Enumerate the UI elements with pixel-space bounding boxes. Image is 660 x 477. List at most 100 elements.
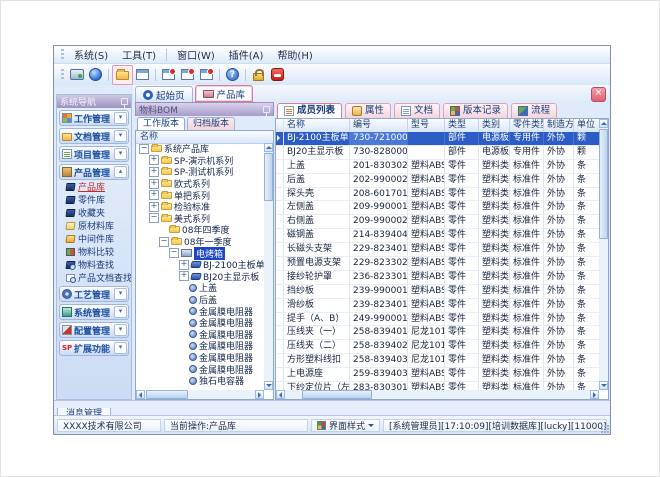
sidebar-item-产品库[interactable]: 产品库 (57, 180, 131, 193)
tree-node-美式系列[interactable]: −美式系列 (136, 213, 264, 225)
sidebar-item-中间件库[interactable]: 中间件库 (57, 232, 131, 245)
tab-文档[interactable]: 文档 (394, 103, 440, 118)
table-row[interactable]: 后盖202-990002-01I塑料ABS零件塑料类标准件外协条 (276, 174, 599, 188)
tree-hscrollbar[interactable] (136, 390, 264, 399)
tree-node-独石电容器[interactable]: 独石电容器 (136, 375, 264, 387)
expand-icon[interactable]: + (179, 271, 189, 281)
sidebar-group-扩展功能[interactable]: SP扩展功能▾ (59, 340, 129, 356)
chevron-down-icon[interactable]: ▾ (114, 324, 127, 336)
tree-node-金属膜电阻器[interactable]: 金属膜电阻器 (136, 317, 264, 329)
table-row[interactable]: 长磁头支架229-823401-00I塑料ABS零件塑料类标准件外协条 (276, 243, 599, 257)
menu-item-3[interactable]: 窗口(W) (170, 46, 222, 63)
table-row[interactable]: 压线夹（一）258-839401-00I尼龙1010零件塑料类标准件外协条 (276, 326, 599, 340)
sidebar-item-收藏夹[interactable]: 收藏夹 (57, 206, 131, 219)
scroll-right-icon[interactable] (258, 392, 264, 398)
table-vscroll-thumb[interactable] (599, 129, 608, 239)
table-hscroll-thumb[interactable] (302, 390, 372, 399)
chevron-down-icon[interactable]: ▾ (114, 288, 127, 300)
expand-icon[interactable]: + (149, 167, 159, 177)
tree-vscrollbar[interactable] (264, 143, 273, 390)
scroll-down-icon[interactable] (601, 384, 607, 390)
tree-node-金属膜电阻器[interactable]: 金属膜电阻器 (136, 363, 264, 375)
scroll-left-icon[interactable] (136, 392, 142, 398)
column-header-零件类型[interactable]: 零件类型 (510, 119, 544, 132)
table-row[interactable]: 压线夹（二）258-839402-00I尼龙1010零件塑料类标准件外协条 (276, 340, 599, 354)
tree-node-08年四季度[interactable]: 08年四季度 (136, 224, 264, 236)
table-row[interactable]: 挡纱板239-990001-01I塑料ABS零件塑料类标准件外协条 (276, 285, 599, 299)
tree-node-系统产品库[interactable]: −系统产品库 (136, 143, 264, 155)
tab-版本记录[interactable]: 版本记录 (443, 103, 508, 118)
collapse-icon[interactable]: − (169, 248, 179, 258)
tree-node-金属膜电阻器[interactable]: 金属膜电阻器 (136, 352, 264, 364)
table-row[interactable]: 左侧盖209-990001-01I塑料ABS零件塑料类标准件外协条 (276, 201, 599, 215)
chevron-down-icon[interactable]: ▾ (114, 342, 127, 354)
chevron-down-icon[interactable]: ▾ (114, 112, 127, 124)
sidebar-group-工作管理[interactable]: 工作管理▾ (59, 110, 129, 126)
tree-node-08年一季度[interactable]: −08年一季度 (136, 236, 264, 248)
table-row[interactable]: 磁钢盖214-839404-01I塑料ABS零件塑料类标准件外协条 (276, 229, 599, 243)
tree-node-后盖[interactable]: 后盖 (136, 294, 264, 306)
scroll-up-icon[interactable] (266, 143, 272, 149)
table-row[interactable]: BJ-2100主板单点730-721000-12I部件电源板专用件外协颗 (276, 132, 599, 146)
expand-icon[interactable]: + (179, 260, 189, 270)
tree-node-电烤箱[interactable]: −电烤箱 (136, 247, 264, 259)
sidebar-item-物料比较[interactable]: 物料比较 (57, 245, 131, 258)
tab-工作版本[interactable]: 工作版本 (137, 117, 185, 131)
expand-icon[interactable]: + (149, 155, 159, 165)
sidebar-group-文档管理[interactable]: 文档管理▾ (59, 128, 129, 144)
toolbar-button-help[interactable] (223, 66, 242, 84)
column-header-类型[interactable]: 类型 (445, 119, 479, 132)
expand-icon[interactable]: + (149, 190, 159, 200)
table-row[interactable]: BJ20主显示板730-828000-04I部件电源板专用件外协颗 (276, 146, 599, 160)
tab-成员列表[interactable]: 成员列表 (277, 103, 342, 118)
toolbar-button-window-badge[interactable] (159, 66, 178, 84)
menu-item-4[interactable]: 插件(A) (222, 46, 271, 63)
tab-流程[interactable]: 流程 (511, 103, 557, 118)
table-row[interactable]: 上盖201-830302-00I塑料ABS零件塑料类标准件外协条 (276, 160, 599, 174)
tab-属性[interactable]: 属性 (345, 103, 391, 118)
close-icon[interactable] (591, 87, 606, 102)
column-header-类别[interactable]: 类别 (479, 119, 510, 132)
toolbar-button-window-badge[interactable] (197, 66, 216, 84)
column-header-型号[interactable]: 型号 (408, 119, 445, 132)
tab-起始页[interactable]: 起始页 (135, 86, 193, 102)
tree-node-金属膜电阻器[interactable]: 金属膜电阻器 (136, 305, 264, 317)
toolbar-grip[interactable] (61, 69, 64, 80)
chevron-up-icon[interactable]: ▴ (114, 166, 127, 178)
sidebar-group-工艺管理[interactable]: 工艺管理▾ (59, 286, 129, 302)
scroll-down-icon[interactable] (266, 384, 272, 390)
toolbar-button-window-badge[interactable] (178, 66, 197, 84)
sidebar-group-系统管理[interactable]: 系统管理▾ (59, 304, 129, 320)
menubar-grip[interactable] (61, 49, 64, 60)
column-header-编号[interactable]: 编号 (350, 119, 408, 132)
tree-node-金属膜电阻器[interactable]: 金属膜电阻器 (136, 329, 264, 341)
toolbar-button-monitor[interactable] (67, 66, 86, 84)
sidebar-item-原材料库[interactable]: 原材料库 (57, 219, 131, 232)
scroll-right-icon[interactable] (593, 392, 599, 398)
toolbar-button-exit[interactable] (268, 66, 287, 84)
table-row[interactable]: 接纱轮护罩236-823301-00I塑料ABS零件塑料类标准件外协条 (276, 271, 599, 285)
toolbar-button-folder-window[interactable] (112, 65, 133, 85)
chevron-down-icon[interactable]: ▾ (114, 130, 127, 142)
pin-icon[interactable] (263, 106, 270, 113)
table-row[interactable]: 下纱定位片（左）283-830301-00I塑料ABS零件塑料类标准件外协条 (276, 382, 599, 390)
tree-node-上盖[interactable]: 上盖 (136, 282, 264, 294)
tree-node-BJ-2100主板单点[interactable]: +BJ-2100主板单点 (136, 259, 264, 271)
toolbar-button-globe[interactable] (86, 66, 105, 84)
column-header-制造方式[interactable]: 制造方式 (544, 119, 574, 132)
expand-icon[interactable]: + (149, 202, 159, 212)
sidebar-item-零件库[interactable]: 零件库 (57, 193, 131, 206)
tree-node-SP-测试机系列[interactable]: +SP-测试机系列 (136, 166, 264, 178)
pin-icon[interactable] (121, 98, 128, 105)
tab-产品库[interactable]: 产品库 (195, 85, 254, 102)
sidebar-group-配置管理[interactable]: 配置管理▾ (59, 322, 129, 338)
tree-node-检验标准[interactable]: +检验标准 (136, 201, 264, 213)
table-row[interactable]: 探头壳208-601701-01I塑料ABS零件塑料类标准件外协条 (276, 188, 599, 202)
tree-node-单把系列[interactable]: +单把系列 (136, 189, 264, 201)
collapse-icon[interactable]: − (139, 144, 149, 154)
toolbar-button-lock[interactable] (249, 66, 268, 84)
table-vscrollbar[interactable] (599, 119, 608, 390)
menu-item-2[interactable]: 工具(T) (115, 46, 163, 63)
tree-node-欧式系列[interactable]: +欧式系列 (136, 178, 264, 190)
menu-item-1[interactable]: 系统(S) (67, 46, 115, 63)
